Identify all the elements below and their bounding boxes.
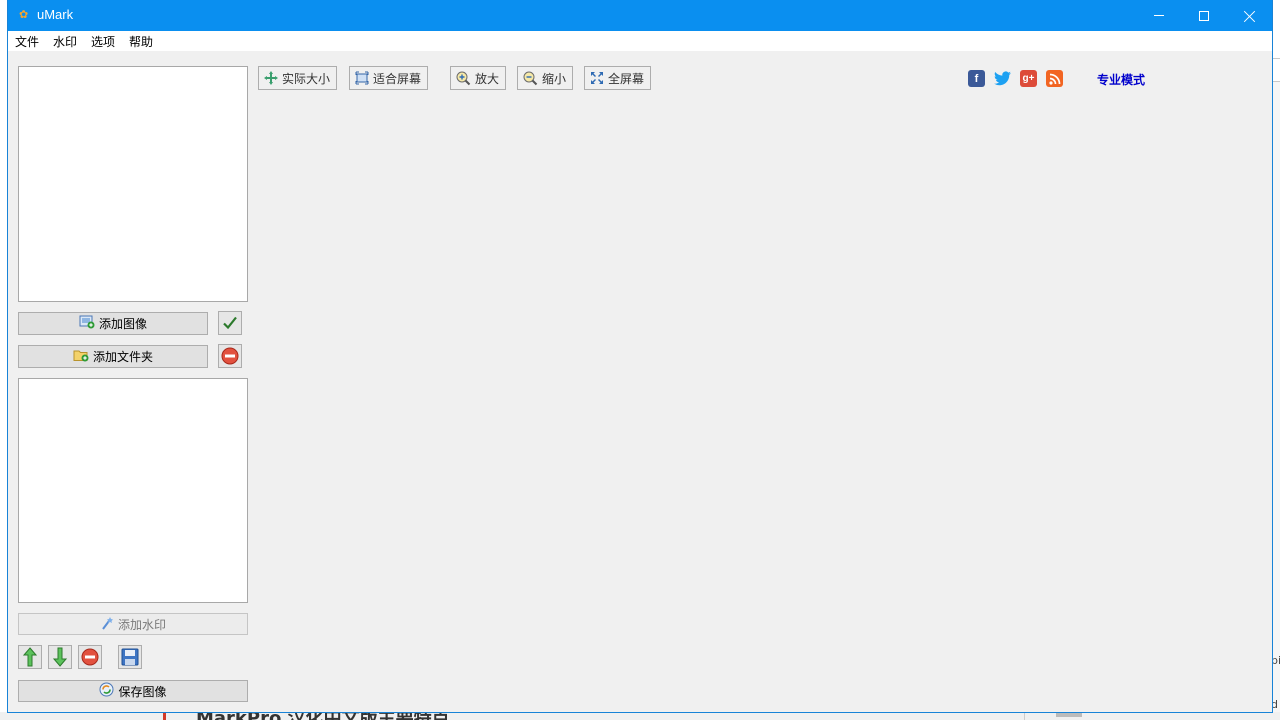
- rss-icon[interactable]: [1046, 70, 1063, 87]
- save-image-label: 保存图像: [118, 684, 167, 699]
- app-logo-icon: ✿: [19, 8, 29, 21]
- move-up-button[interactable]: [18, 645, 42, 669]
- maximize-icon: [1199, 10, 1209, 21]
- menu-watermark[interactable]: 水印: [53, 33, 77, 50]
- menu-file[interactable]: 文件: [15, 33, 39, 50]
- zoom-in-icon: [456, 71, 471, 86]
- maximize-button[interactable]: [1181, 0, 1227, 31]
- zoom-out-icon: [523, 71, 538, 86]
- add-watermark-button[interactable]: 添加水印: [18, 613, 248, 635]
- save-settings-button[interactable]: [118, 645, 142, 669]
- remove-icon: [81, 648, 99, 666]
- arrow-up-icon: [23, 647, 37, 667]
- fit-screen-label: 适合屏幕: [373, 71, 422, 86]
- add-folder-icon: [73, 348, 89, 365]
- window-title: uMark: [37, 7, 74, 22]
- fit-screen-button[interactable]: 适合屏幕: [349, 66, 429, 90]
- actual-size-button[interactable]: 实际大小: [258, 66, 338, 90]
- preview-canvas[interactable]: [258, 99, 1268, 707]
- move-down-button[interactable]: [48, 645, 72, 669]
- menu-help[interactable]: 帮助: [129, 33, 153, 50]
- delete-watermark-button[interactable]: [78, 645, 102, 669]
- add-image-icon: [79, 315, 95, 332]
- twitter-icon[interactable]: [994, 70, 1011, 87]
- floppy-disk-icon: [121, 648, 139, 666]
- apply-button[interactable]: [218, 311, 242, 335]
- watermark-list[interactable]: [18, 378, 248, 603]
- add-watermark-label: 添加水印: [117, 617, 166, 632]
- background-scroll-thumb: [1056, 713, 1082, 717]
- add-folder-button[interactable]: 添加文件夹: [18, 345, 208, 368]
- add-folder-label: 添加文件夹: [92, 350, 153, 364]
- remove-button[interactable]: [218, 344, 242, 368]
- facebook-icon[interactable]: f: [968, 70, 985, 87]
- zoom-out-label: 缩小: [542, 71, 567, 86]
- menu-bar: 文件 水印 选项 帮助: [8, 31, 1272, 51]
- umark-window: ✿ uMark 文件 水印 选项 帮助 添加图像 添加文件夹 添加水印 保存图像…: [7, 0, 1273, 713]
- pro-mode-link[interactable]: 专业模式: [1097, 71, 1145, 88]
- arrow-down-icon: [53, 647, 67, 667]
- fullscreen-label: 全屏幕: [608, 71, 645, 86]
- actual-size-label: 实际大小: [282, 71, 331, 86]
- fit-screen-icon: [355, 71, 369, 85]
- title-bar[interactable]: ✿ uMark: [8, 0, 1272, 31]
- add-image-label: 添加图像: [98, 317, 147, 331]
- main-area: 添加图像 添加文件夹 添加水印 保存图像 实际大小 适合屏幕 放大 缩小 全屏幕…: [8, 51, 1272, 712]
- background-side-panel: [1272, 58, 1280, 712]
- zoom-in-label: 放大: [475, 71, 500, 86]
- menu-options[interactable]: 选项: [91, 33, 115, 50]
- close-button[interactable]: [1227, 0, 1273, 31]
- add-image-button[interactable]: 添加图像: [18, 312, 208, 335]
- magic-wand-icon: [100, 616, 114, 633]
- minimize-icon: [1154, 15, 1164, 16]
- fullscreen-button[interactable]: 全屏幕: [584, 66, 652, 90]
- background-accent-bar: [163, 712, 166, 720]
- background-divider: [1024, 712, 1025, 720]
- close-icon: [1244, 10, 1256, 22]
- remove-icon: [221, 347, 239, 365]
- save-process-icon: [99, 682, 114, 700]
- zoom-in-button[interactable]: 放大: [450, 66, 507, 90]
- background-window: [0, 712, 1280, 720]
- googleplus-icon[interactable]: g+: [1020, 70, 1037, 87]
- background-side-box: [1272, 58, 1280, 82]
- zoom-out-button[interactable]: 缩小: [517, 66, 574, 90]
- checkmark-icon: [223, 316, 237, 330]
- move-arrows-icon: [264, 71, 278, 85]
- minimize-button[interactable]: [1136, 0, 1182, 31]
- fullscreen-icon: [590, 71, 604, 85]
- save-image-button[interactable]: 保存图像: [18, 680, 248, 702]
- image-list[interactable]: [18, 66, 248, 302]
